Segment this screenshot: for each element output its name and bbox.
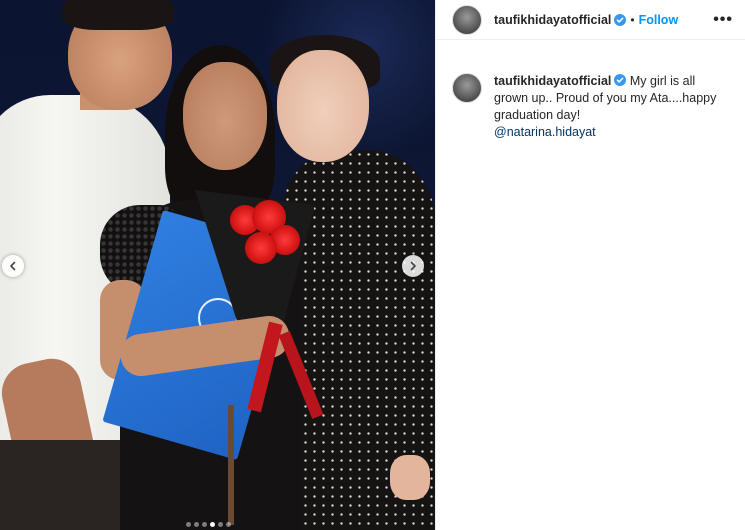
verified-badge-icon	[614, 13, 627, 26]
carousel-indicator	[186, 522, 231, 527]
chevron-left-icon	[10, 261, 16, 271]
header-separator: •	[630, 12, 635, 27]
caption-mention-link[interactable]: @natarina.hidayat	[494, 125, 596, 139]
carousel-prev-button[interactable]	[2, 255, 24, 277]
girl-face	[183, 62, 267, 170]
post-header: taufikhidayatofficial • Follow •••	[436, 0, 745, 40]
rose	[245, 232, 277, 264]
header-username[interactable]: taufikhidayatofficial	[494, 13, 611, 27]
verified-badge-icon	[614, 74, 627, 86]
caption-username[interactable]: taufikhidayatofficial	[494, 74, 611, 88]
caption-body: taufikhidayatofficial My girl is all gro…	[494, 73, 719, 141]
post-sidebar: taufikhidayatofficial • Follow ••• taufi…	[435, 0, 745, 530]
chevron-right-icon	[410, 261, 416, 271]
carousel-dot	[194, 522, 199, 527]
woman-face	[277, 50, 369, 162]
carousel-dot	[210, 522, 215, 527]
follow-button[interactable]: Follow	[639, 13, 679, 27]
avatar[interactable]	[452, 4, 482, 35]
more-options-icon[interactable]: •••	[713, 11, 733, 29]
woman-hand	[390, 455, 430, 500]
carousel-dot	[202, 522, 207, 527]
caption-comment: taufikhidayatofficial My girl is all gro…	[436, 40, 745, 141]
carousel-next-button[interactable]	[402, 255, 424, 277]
carousel-dot	[218, 522, 223, 527]
man-hair	[62, 0, 174, 30]
braided-belt	[228, 405, 234, 525]
man-pants	[0, 440, 140, 530]
post-photo[interactable]	[0, 0, 435, 530]
carousel-dot	[226, 522, 231, 527]
avatar[interactable]	[452, 73, 482, 103]
carousel-dot	[186, 522, 191, 527]
